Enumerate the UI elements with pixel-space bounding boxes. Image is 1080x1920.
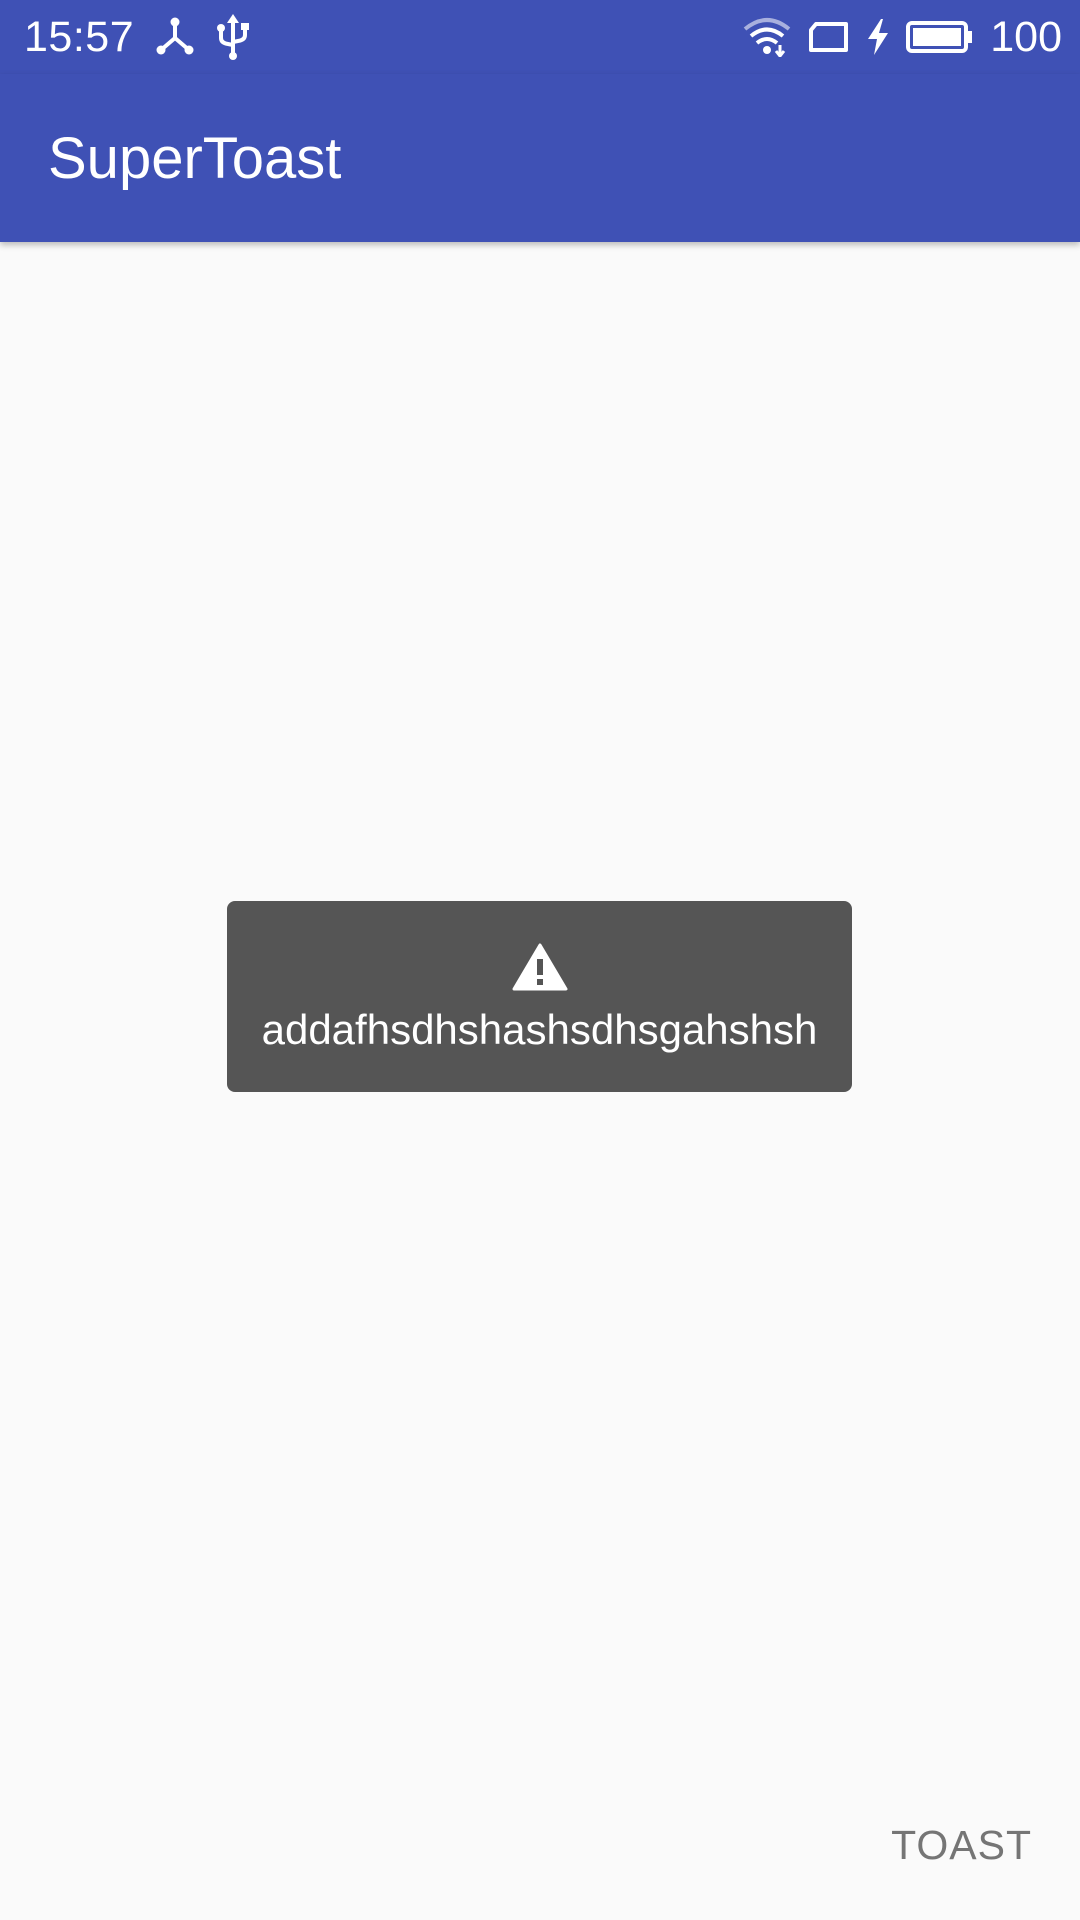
- warning-icon: [512, 943, 568, 991]
- status-bar: 15:57 100: [0, 0, 1080, 74]
- toast: addafhsdhshashsdhsgahshsh: [227, 901, 852, 1092]
- status-left: 15:57: [24, 14, 250, 60]
- sim-card-icon: [808, 21, 850, 53]
- battery-icon: [906, 20, 974, 54]
- app-bar: SuperToast: [0, 74, 1080, 242]
- toast-message: addafhsdhshashsdhsgahshsh: [261, 1005, 818, 1053]
- battery-percentage: 100: [990, 13, 1062, 61]
- usb-icon: [216, 14, 250, 60]
- wifi-icon: [742, 17, 792, 57]
- toast-button[interactable]: TOAST: [891, 1820, 1032, 1870]
- usb-tether-icon: [154, 16, 196, 58]
- charging-bolt-icon: [866, 19, 890, 55]
- status-right: 100: [742, 14, 1062, 60]
- app-screen: 15:57 100 SuperToast addafhsdhshashsdhsg…: [0, 0, 1080, 1920]
- app-title: SuperToast: [48, 126, 342, 191]
- status-time: 15:57: [24, 13, 135, 61]
